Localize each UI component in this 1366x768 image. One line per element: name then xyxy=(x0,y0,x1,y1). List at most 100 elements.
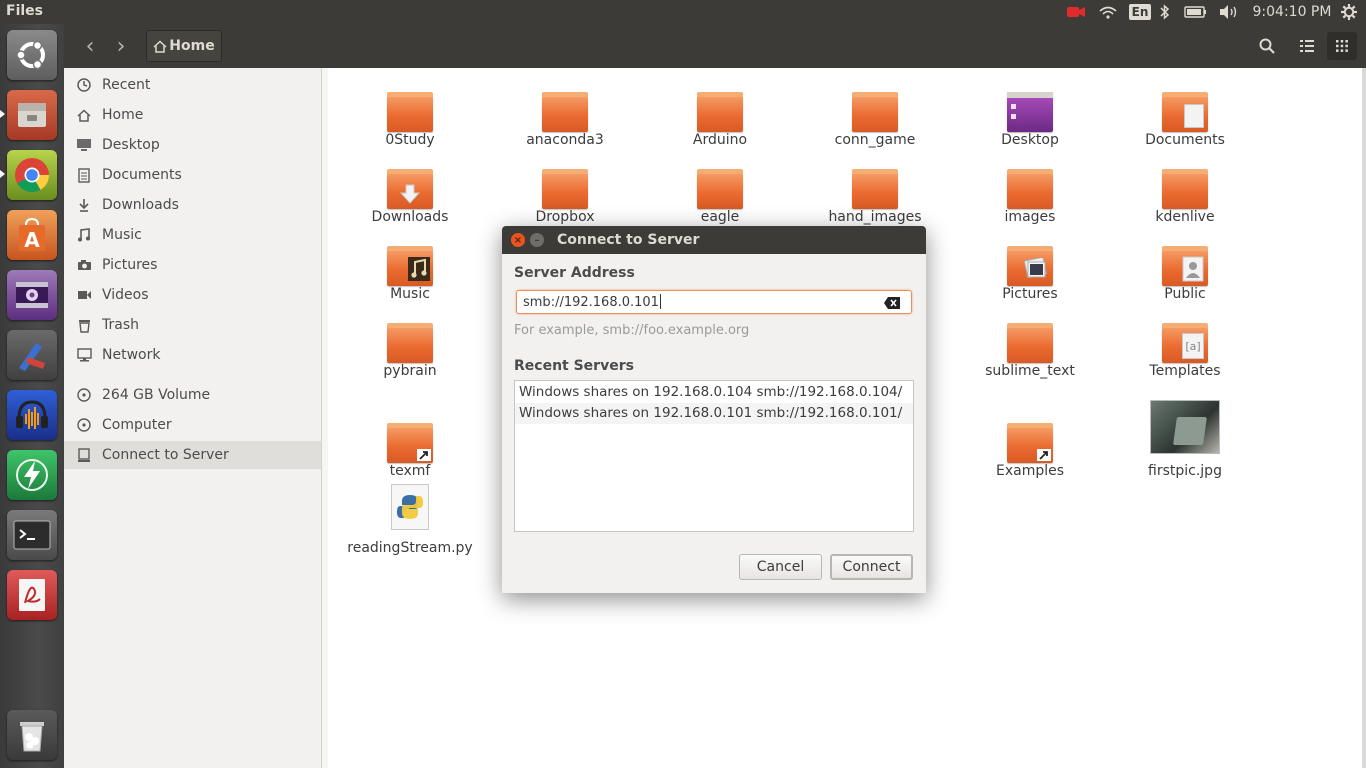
gear-icon[interactable] xyxy=(1338,0,1360,24)
sidebar-item-volume[interactable]: 264 GB Volume xyxy=(64,381,321,409)
documents-icon xyxy=(74,167,94,183)
sidebar-item-trash[interactable]: Trash xyxy=(64,311,321,339)
sidebar-item-label: Music xyxy=(102,227,142,243)
file-item[interactable]: sublime_text xyxy=(965,311,1095,381)
dialog-titlebar[interactable]: × – Connect to Server xyxy=(502,226,926,254)
file-label: Arduino xyxy=(692,132,748,148)
sidebar-item-label: 264 GB Volume xyxy=(102,387,211,403)
forward-button[interactable]: › xyxy=(107,32,135,60)
file-item[interactable]: hand_images xyxy=(810,157,940,227)
disk-icon xyxy=(74,418,94,432)
battery-icon[interactable] xyxy=(1182,0,1210,24)
terminal-icon[interactable] xyxy=(7,510,57,560)
file-item[interactable]: Public xyxy=(1120,234,1250,304)
sidebar-item-desktop[interactable]: Desktop xyxy=(64,131,321,159)
close-button[interactable]: × xyxy=(511,233,525,247)
folder-icon xyxy=(852,92,898,132)
back-button[interactable]: ‹ xyxy=(76,32,104,60)
bluetooth-icon[interactable] xyxy=(1156,0,1174,24)
sidebar-item-home[interactable]: Home xyxy=(64,101,321,129)
top-panel: Files En 9:04:10 PM xyxy=(0,0,1366,24)
list-item[interactable]: Windows shares on 192.168.0.104 smb://19… xyxy=(515,382,913,403)
home-icon xyxy=(74,108,94,122)
energy-app-icon[interactable] xyxy=(7,450,57,500)
file-label: kdenlive xyxy=(1155,209,1215,225)
grid-view-button[interactable] xyxy=(1327,32,1357,60)
file-item[interactable]: readingStream.py xyxy=(345,484,475,558)
folder-icon xyxy=(1162,169,1208,209)
sidebar-item-recent[interactable]: Recent xyxy=(64,71,321,99)
wifi-icon[interactable] xyxy=(1096,0,1120,24)
file-item[interactable]: Dropbox xyxy=(500,157,630,227)
file-item[interactable]: Arduino xyxy=(655,80,785,150)
ubuntu-dash-icon[interactable] xyxy=(7,30,57,80)
sidebar-item-videos[interactable]: Videos xyxy=(64,281,321,309)
file-item[interactable]: eagle xyxy=(655,157,785,227)
sidebar-item-documents[interactable]: Documents xyxy=(64,161,321,189)
file-item[interactable]: pybrain xyxy=(345,311,475,381)
clear-text-button[interactable] xyxy=(883,296,901,310)
trash-icon xyxy=(74,318,94,333)
file-item[interactable]: texmf xyxy=(345,411,475,481)
server-address-input[interactable]: smb://192.168.0.101 xyxy=(516,290,912,314)
file-item[interactable]: Examples xyxy=(965,411,1095,481)
file-item[interactable]: images xyxy=(965,157,1095,227)
file-item[interactable]: 0Study xyxy=(345,80,475,150)
sidebar-item-connect-to-server[interactable]: Connect to Server xyxy=(64,441,321,469)
file-item[interactable]: kdenlive xyxy=(1120,157,1250,227)
music-folder-icon xyxy=(387,246,433,286)
list-item[interactable]: Windows shares on 192.168.0.101 smb://19… xyxy=(515,403,913,424)
picture-emblem-icon xyxy=(1023,258,1047,280)
file-item[interactable]: anaconda3 xyxy=(500,80,630,150)
volume-icon[interactable] xyxy=(1216,0,1242,24)
music-emblem-icon xyxy=(407,256,431,282)
music-icon xyxy=(74,228,94,242)
path-bar-home-button[interactable]: Home xyxy=(146,30,222,62)
spyder-icon[interactable] xyxy=(7,330,57,380)
file-item[interactable]: Downloads xyxy=(345,157,475,227)
sidebar-item-network[interactable]: Network xyxy=(64,341,321,369)
search-button[interactable] xyxy=(1252,32,1282,60)
chrome-icon[interactable] xyxy=(7,150,57,200)
recent-servers-list[interactable]: Windows shares on 192.168.0.104 smb://19… xyxy=(514,380,914,532)
folder-icon xyxy=(542,169,588,209)
sidebar-item-computer[interactable]: Computer xyxy=(64,411,321,439)
audacity-icon[interactable] xyxy=(7,390,57,440)
record-indicator-icon[interactable] xyxy=(1064,0,1088,24)
sidebar-item-pictures[interactable]: Pictures xyxy=(64,251,321,279)
document-viewer-icon[interactable] xyxy=(7,570,57,620)
template-emblem-icon: [a] xyxy=(1182,333,1204,359)
sidebar-item-label: Home xyxy=(102,107,144,123)
connect-to-server-dialog: × – Connect to Server Server Address smb… xyxy=(502,226,926,593)
connect-button[interactable]: Connect xyxy=(830,554,913,580)
clock[interactable]: 9:04:10 PM xyxy=(1250,0,1334,24)
list-view-button[interactable] xyxy=(1292,32,1322,60)
dialog-title: Connect to Server xyxy=(557,232,700,248)
file-label: Downloads xyxy=(371,209,449,225)
cancel-button[interactable]: Cancel xyxy=(739,554,822,580)
sidebar-item-music[interactable]: Music xyxy=(64,221,321,249)
sidebar-item-label: Connect to Server xyxy=(102,447,229,463)
download-icon xyxy=(74,198,94,212)
desktop-icon xyxy=(74,138,94,152)
keyboard-layout-indicator[interactable]: En xyxy=(1128,0,1152,24)
video-player-icon[interactable] xyxy=(7,270,57,320)
documents-folder-icon xyxy=(1162,92,1208,132)
trash-icon[interactable] xyxy=(7,710,57,760)
server-icon xyxy=(74,447,94,463)
files-app-icon[interactable] xyxy=(7,90,57,140)
file-item[interactable]: Pictures xyxy=(965,234,1095,304)
scrollbar[interactable] xyxy=(1362,68,1366,768)
software-center-icon[interactable]: A xyxy=(7,210,57,260)
file-item[interactable]: firstpic.jpg xyxy=(1120,400,1250,481)
file-item[interactable]: Music xyxy=(345,234,475,304)
minimize-button[interactable]: – xyxy=(530,233,544,247)
file-item[interactable]: conn_game xyxy=(810,80,940,150)
folder-icon xyxy=(1007,169,1053,209)
file-item[interactable]: Desktop xyxy=(965,80,1095,150)
file-item[interactable]: [a] Templates xyxy=(1120,311,1250,381)
file-item[interactable]: Documents xyxy=(1120,80,1250,150)
file-label: Pictures xyxy=(1002,286,1058,302)
sidebar-item-downloads[interactable]: Downloads xyxy=(64,191,321,219)
search-icon xyxy=(1259,38,1275,54)
